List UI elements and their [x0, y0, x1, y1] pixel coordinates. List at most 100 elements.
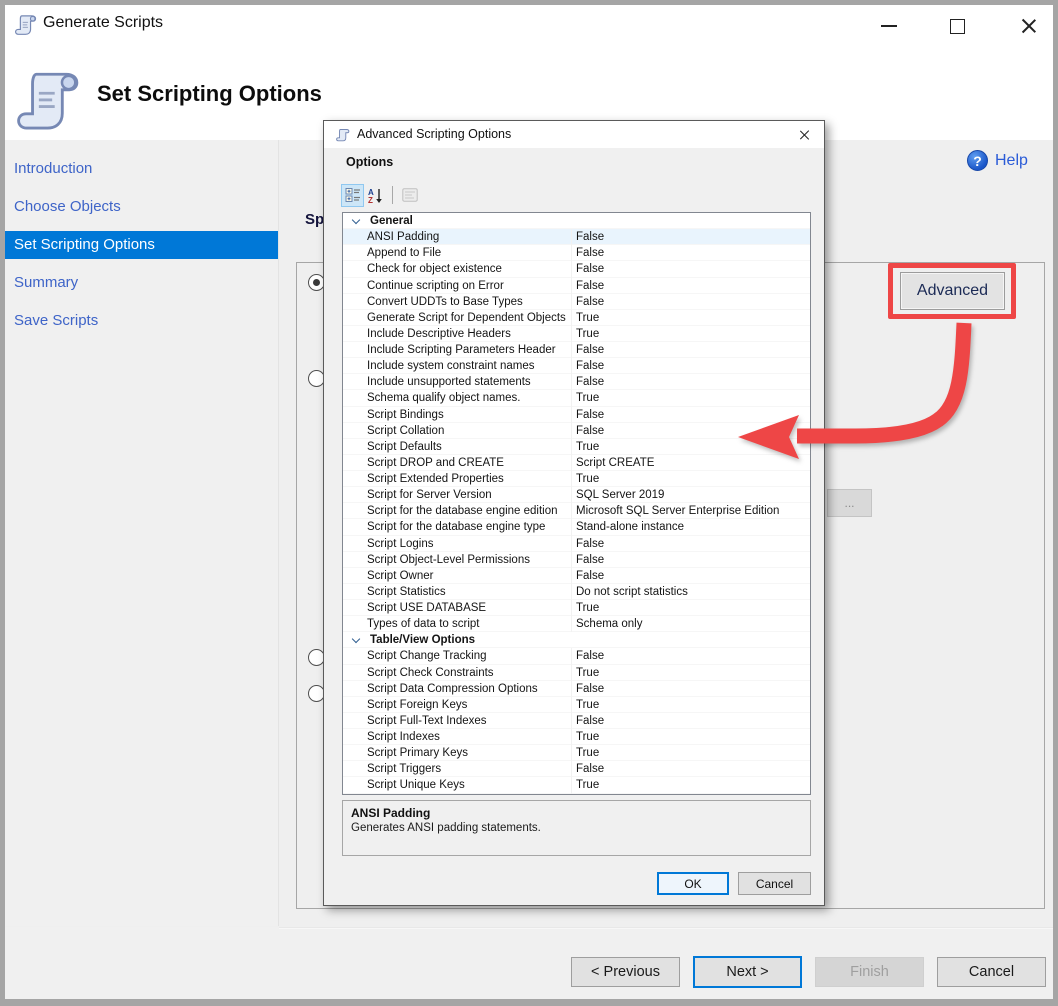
sidebar-item-choose-objects[interactable]: Choose Objects — [5, 193, 278, 221]
property-row[interactable]: Include unsupported statementsFalse — [343, 374, 810, 390]
property-name: Convert UDDTs to Base Types — [343, 294, 572, 310]
window-title: Generate Scripts — [43, 14, 163, 32]
property-row[interactable]: Script USE DATABASETrue — [343, 600, 810, 616]
property-value[interactable]: False — [572, 358, 810, 374]
property-value[interactable]: False — [572, 761, 810, 777]
property-name: Script Check Constraints — [343, 665, 572, 681]
sidebar-item-set-scripting-options[interactable]: Set Scripting Options — [5, 231, 278, 259]
cancel-button[interactable]: Cancel — [738, 872, 811, 895]
property-value[interactable]: True — [572, 310, 810, 326]
property-value[interactable]: False — [572, 536, 810, 552]
property-value[interactable]: False — [572, 261, 810, 277]
property-value[interactable]: True — [572, 777, 810, 793]
alphabetical-sort-icon[interactable]: A Z — [364, 184, 387, 207]
property-row[interactable]: Script for the database engine typeStand… — [343, 519, 810, 535]
help-link[interactable]: ? Help — [967, 150, 1028, 171]
property-value[interactable]: False — [572, 245, 810, 261]
property-row[interactable]: Include system constraint namesFalse — [343, 358, 810, 374]
property-value[interactable]: SQL Server 2019 — [572, 487, 810, 503]
next-button[interactable]: Next > — [693, 956, 802, 988]
property-row[interactable]: Script Full-Text IndexesFalse — [343, 713, 810, 729]
property-row[interactable]: Script Extended PropertiesTrue — [343, 471, 810, 487]
grid-category-row[interactable]: General — [343, 213, 810, 229]
property-row[interactable]: Include Scripting Parameters HeaderFalse — [343, 342, 810, 358]
property-row[interactable]: Script Unique KeysTrue — [343, 777, 810, 793]
sidebar-item-save-scripts[interactable]: Save Scripts — [5, 307, 278, 335]
categorized-icon[interactable] — [341, 184, 364, 207]
property-row[interactable]: Script for Server VersionSQL Server 2019 — [343, 487, 810, 503]
property-grid: GeneralANSI PaddingFalseAppend to FileFa… — [342, 212, 811, 795]
property-row[interactable]: Script IndexesTrue — [343, 729, 810, 745]
property-value[interactable]: True — [572, 439, 810, 455]
property-row[interactable]: Script TriggersFalse — [343, 761, 810, 777]
property-value[interactable]: True — [572, 390, 810, 406]
chevron-down-icon — [352, 215, 360, 223]
property-value[interactable]: False — [572, 423, 810, 439]
property-value[interactable]: False — [572, 648, 810, 664]
property-value[interactable]: Schema only — [572, 616, 810, 632]
cancel-button[interactable]: Cancel — [937, 957, 1046, 987]
property-row[interactable]: Script Primary KeysTrue — [343, 745, 810, 761]
property-row[interactable]: Continue scripting on ErrorFalse — [343, 278, 810, 294]
property-row[interactable]: Generate Script for Dependent ObjectsTru… — [343, 310, 810, 326]
maximize-button[interactable] — [941, 11, 973, 41]
property-row[interactable]: Script LoginsFalse — [343, 536, 810, 552]
property-value[interactable]: True — [572, 697, 810, 713]
property-name: Generate Script for Dependent Objects — [343, 310, 572, 326]
property-row[interactable]: Script DefaultsTrue — [343, 439, 810, 455]
property-value[interactable]: True — [572, 326, 810, 342]
property-value[interactable]: Script CREATE — [572, 455, 810, 471]
property-row[interactable]: Script CollationFalse — [343, 423, 810, 439]
property-row[interactable]: Script Object-Level PermissionsFalse — [343, 552, 810, 568]
dialog-close-button[interactable] — [794, 125, 816, 144]
previous-button[interactable]: < Previous — [571, 957, 680, 987]
close-button[interactable] — [1013, 11, 1045, 41]
property-value[interactable]: False — [572, 552, 810, 568]
property-value[interactable]: Do not script statistics — [572, 584, 810, 600]
property-value[interactable]: False — [572, 278, 810, 294]
property-value[interactable]: False — [572, 713, 810, 729]
sidebar-item-introduction[interactable]: Introduction — [5, 155, 278, 183]
property-row[interactable]: Types of data to scriptSchema only — [343, 616, 810, 632]
property-value[interactable]: True — [572, 745, 810, 761]
property-value[interactable]: False — [572, 407, 810, 423]
property-value[interactable]: Microsoft SQL Server Enterprise Edition — [572, 503, 810, 519]
property-row[interactable]: Script Change TrackingFalse — [343, 648, 810, 664]
property-row[interactable]: Script Check ConstraintsTrue — [343, 665, 810, 681]
property-value[interactable]: True — [572, 600, 810, 616]
property-row[interactable]: Script BindingsFalse — [343, 407, 810, 423]
help-icon: ? — [967, 150, 988, 171]
property-row[interactable]: Append to FileFalse — [343, 245, 810, 261]
grid-category-row[interactable]: Table/View Options — [343, 632, 810, 648]
property-row[interactable]: Script OwnerFalse — [343, 568, 810, 584]
property-value[interactable]: False — [572, 294, 810, 310]
property-value[interactable]: True — [572, 729, 810, 745]
ok-button[interactable]: OK — [657, 872, 729, 895]
property-name: Script Bindings — [343, 407, 572, 423]
finish-button: Finish — [815, 957, 924, 987]
property-row[interactable]: Schema qualify object names.True — [343, 390, 810, 406]
maximize-icon — [950, 19, 965, 34]
property-value[interactable]: False — [572, 342, 810, 358]
property-row[interactable]: Script Foreign KeysTrue — [343, 697, 810, 713]
property-row[interactable]: Script DROP and CREATEScript CREATE — [343, 455, 810, 471]
property-value[interactable]: True — [572, 471, 810, 487]
property-row[interactable]: Script for the database engine editionMi… — [343, 503, 810, 519]
property-name: Types of data to script — [343, 616, 572, 632]
sidebar-item-summary[interactable]: Summary — [5, 269, 278, 297]
property-value[interactable]: Stand-alone instance — [572, 519, 810, 535]
property-value[interactable]: False — [572, 374, 810, 390]
property-row[interactable]: ANSI PaddingFalse — [343, 229, 810, 245]
browse-ellipsis-button[interactable]: ... — [827, 489, 872, 517]
property-row[interactable]: Check for object existenceFalse — [343, 261, 810, 277]
minimize-button[interactable] — [873, 11, 905, 41]
property-value[interactable]: False — [572, 568, 810, 584]
property-row[interactable]: Convert UDDTs to Base TypesFalse — [343, 294, 810, 310]
property-value[interactable]: True — [572, 665, 810, 681]
property-value[interactable]: False — [572, 229, 810, 245]
property-value[interactable]: False — [572, 681, 810, 697]
advanced-button[interactable]: Advanced — [900, 272, 1005, 310]
property-row[interactable]: Include Descriptive HeadersTrue — [343, 326, 810, 342]
property-row[interactable]: Script Data Compression OptionsFalse — [343, 681, 810, 697]
property-row[interactable]: Script StatisticsDo not script statistic… — [343, 584, 810, 600]
